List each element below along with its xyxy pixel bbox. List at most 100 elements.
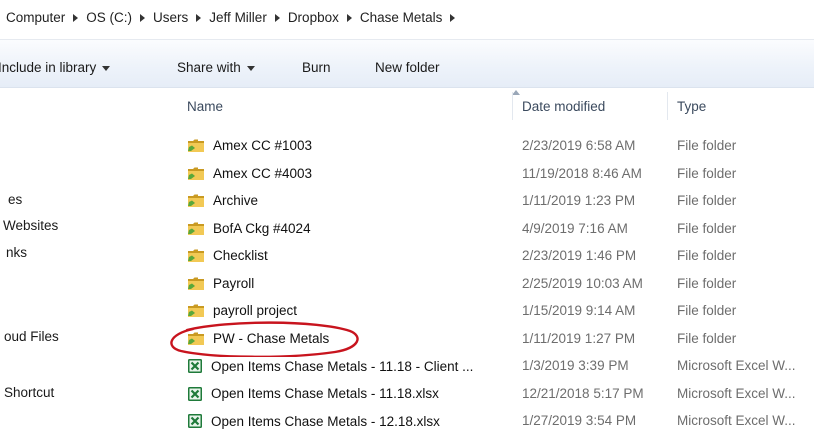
- date-modified-cell: 1/27/2019 3:54 PM: [522, 413, 637, 428]
- breadcrumb: Computer OS (C:) Users Jeff Miller Dropb…: [6, 10, 463, 25]
- folder-icon: [188, 277, 204, 290]
- date-modified-cell: 2/23/2019 6:58 AM: [522, 138, 636, 153]
- navigation-pane[interactable]: es Websites nks oud Files Shortcut: [0, 88, 174, 445]
- type-cell: File folder: [677, 138, 737, 153]
- breadcrumb-item-chase-metals[interactable]: Chase Metals: [360, 10, 443, 25]
- date-modified-cell: 2/25/2019 10:03 AM: [522, 275, 643, 291]
- date-modified-cell: 11/19/2018 8:46 AM: [522, 165, 642, 181]
- file-name: Checklist: [213, 248, 268, 263]
- file-row[interactable]: BofA Ckg #4024 4/9/2019 7:16 AM File folde…: [174, 216, 814, 244]
- file-name: Payroll: [213, 275, 255, 291]
- share-with-button[interactable]: Share with: [177, 60, 255, 75]
- chevron-right-icon[interactable]: [450, 13, 456, 22]
- file-name: Open Items Chase Metals - 11.18.xlsx: [211, 386, 439, 401]
- folder-icon: [188, 139, 204, 152]
- folder-icon: [188, 332, 204, 345]
- chevron-right-icon[interactable]: [196, 13, 202, 22]
- file-name-cell[interactable]: payroll project: [187, 303, 512, 318]
- type-cell: File folder: [677, 220, 737, 236]
- date-modified-cell: 12/21/2018 5:17 PM: [522, 385, 644, 401]
- file-row[interactable]: Open Items Chase Metals - 11.18 - Client…: [174, 353, 814, 381]
- breadcrumb-item-dropbox[interactable]: Dropbox: [288, 10, 339, 25]
- breadcrumb-item-computer[interactable]: Computer: [6, 10, 65, 25]
- excel-icon: [188, 359, 202, 373]
- file-row[interactable]: Amex CC #4003 11/19/2018 8:46 AM File fold…: [174, 161, 814, 189]
- folder-icon: [188, 194, 204, 207]
- caret-down-icon: [102, 65, 111, 71]
- file-name-cell[interactable]: Payroll: [187, 276, 512, 291]
- breadcrumb-item-jeff-miller[interactable]: Jeff Miller: [209, 10, 267, 25]
- type-cell: File folder: [677, 275, 737, 291]
- file-row[interactable]: Amex CC #1003 2/23/2019 6:58 AM File folde…: [174, 133, 814, 161]
- file-name: payroll project: [213, 303, 298, 318]
- file-name: Archive: [213, 193, 259, 208]
- column-header-type[interactable]: Type: [677, 99, 706, 114]
- date-modified-cell: 1/11/2019 1:23 PM: [522, 193, 636, 208]
- type-cell: Microsoft Excel W...: [677, 413, 796, 428]
- date-modified-cell: 1/15/2019 9:14 AM: [522, 303, 636, 318]
- folder-icon: [188, 167, 204, 180]
- excel-icon: [188, 414, 202, 428]
- date-modified-cell: 4/9/2019 7:16 AM: [522, 220, 628, 236]
- sort-ascending-icon: [512, 90, 520, 95]
- column-divider[interactable]: [512, 92, 513, 120]
- file-row[interactable]: payroll project 1/15/2019 9:14 AM File fol…: [174, 298, 814, 326]
- type-cell: File folder: [677, 303, 737, 318]
- column-header-name[interactable]: Name: [187, 99, 223, 114]
- breadcrumb-item-os-c[interactable]: OS (C:): [86, 10, 132, 25]
- file-row[interactable]: Open Items Chase Metals - 11.18.xlsx 12/2…: [174, 381, 814, 409]
- type-cell: Microsoft Excel W...: [677, 385, 796, 401]
- date-modified-cell: 1/3/2019 3:39 PM: [522, 358, 629, 373]
- folder-icon: [188, 222, 204, 235]
- file-list: Amex CC #1003 2/23/2019 6:58 AM File folde…: [174, 133, 814, 436]
- file-name: Open Items Chase Metals - 12.18.xlsx: [211, 413, 440, 429]
- breadcrumb-item-users[interactable]: Users: [153, 10, 188, 25]
- command-toolbar: Include in library Share with Burn New f…: [0, 40, 814, 88]
- file-name-cell[interactable]: Archive: [187, 193, 512, 208]
- file-name-cell[interactable]: Open Items Chase Metals - 11.18.xlsx: [187, 386, 512, 402]
- type-cell: File folder: [677, 248, 737, 263]
- folder-icon: [188, 304, 204, 317]
- file-name: Amex CC #4003: [213, 165, 313, 181]
- file-name-cell[interactable]: Checklist: [187, 248, 512, 263]
- file-row[interactable]: Checklist 2/23/2019 1:46 PM File folder: [174, 243, 814, 271]
- nav-item-favorites[interactable]: es: [8, 192, 22, 207]
- folder-icon: [188, 249, 204, 262]
- file-row[interactable]: Payroll 2/25/2019 10:03 AM File folder: [174, 271, 814, 299]
- new-folder-button[interactable]: New folder: [375, 60, 440, 75]
- chevron-right-icon[interactable]: [140, 13, 146, 22]
- file-row[interactable]: Open Items Chase Metals - 12.18.xlsx 1/27…: [174, 408, 814, 436]
- file-name-cell[interactable]: Amex CC #4003: [187, 166, 512, 181]
- column-divider[interactable]: [667, 92, 668, 120]
- column-header-row: Name Date modified Type: [174, 88, 814, 124]
- type-cell: Microsoft Excel W...: [677, 358, 796, 373]
- type-cell: File folder: [677, 165, 737, 181]
- nav-item-cloud-files[interactable]: oud Files: [4, 329, 59, 344]
- file-name-cell[interactable]: BofA Ckg #4024: [187, 221, 512, 236]
- file-name-cell[interactable]: PW - Chase Metals: [187, 331, 512, 346]
- file-name-cell[interactable]: Open Items Chase Metals - 12.18.xlsx: [187, 413, 512, 429]
- chevron-right-icon[interactable]: [73, 13, 79, 22]
- type-cell: File folder: [677, 330, 737, 346]
- file-name: Amex CC #1003: [213, 138, 313, 153]
- share-with-label: Share with: [177, 60, 241, 75]
- chevron-right-icon[interactable]: [346, 13, 352, 22]
- burn-button[interactable]: Burn: [302, 60, 331, 75]
- caret-down-icon: [246, 65, 255, 71]
- file-name: PW - Chase Metals: [213, 330, 330, 346]
- column-header-date-modified[interactable]: Date modified: [522, 99, 605, 114]
- nav-item-links[interactable]: nks: [6, 245, 27, 260]
- chevron-right-icon[interactable]: [274, 13, 280, 22]
- file-name: BofA Ckg #4024: [213, 220, 311, 236]
- address-bar[interactable]: Computer OS (C:) Users Jeff Miller Dropb…: [0, 0, 814, 40]
- excel-icon: [188, 386, 202, 401]
- file-row[interactable]: PW - Chase Metals 1/11/2019 1:27 PM File f…: [174, 326, 814, 354]
- nav-item-websites[interactable]: Websites: [3, 218, 58, 233]
- nav-item-shortcut[interactable]: Shortcut: [4, 385, 54, 400]
- file-name-cell[interactable]: Open Items Chase Metals - 11.18 - Client…: [187, 358, 512, 374]
- date-modified-cell: 2/23/2019 1:46 PM: [522, 248, 637, 263]
- file-row[interactable]: Archive 1/11/2019 1:23 PM File folder: [174, 188, 814, 216]
- file-name-cell[interactable]: Amex CC #1003: [187, 138, 512, 153]
- include-in-library-button[interactable]: Include in library: [0, 60, 111, 75]
- include-in-library-label: Include in library: [0, 60, 97, 75]
